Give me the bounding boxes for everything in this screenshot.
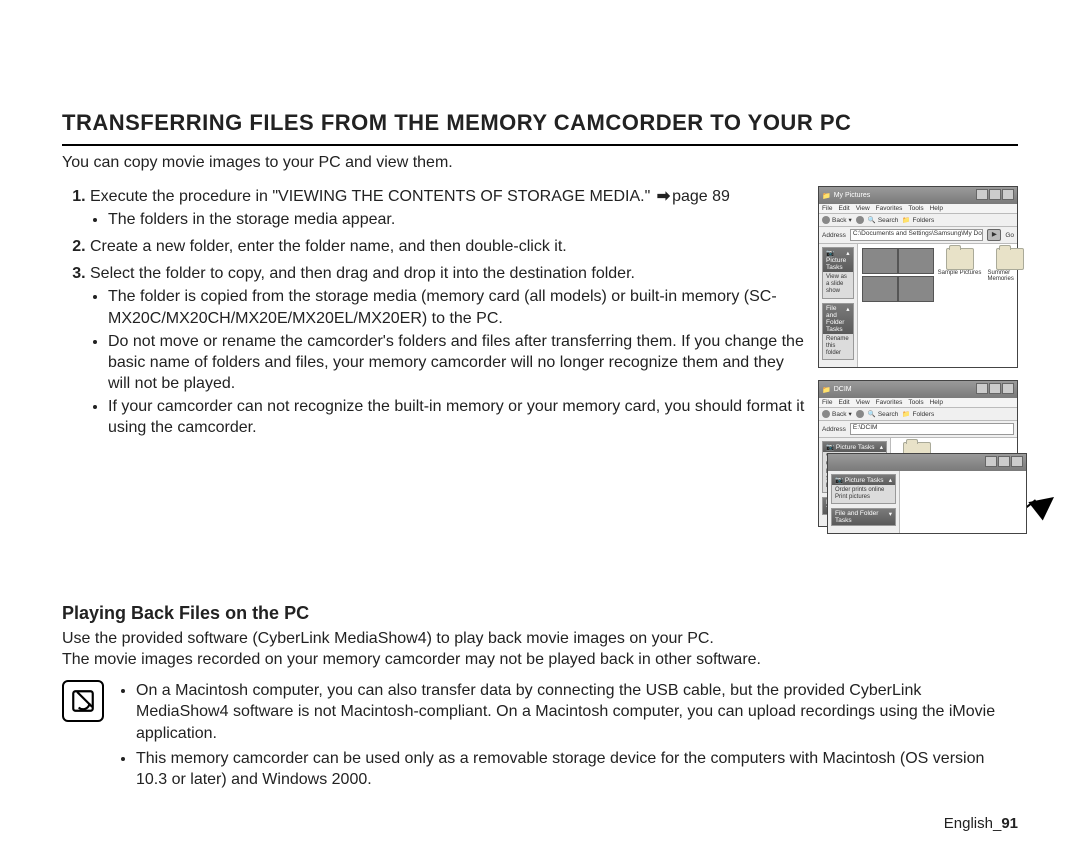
folder-summer-label: Summer Memories [988, 270, 1032, 282]
task-slideshow: View as a slide show [823, 272, 853, 298]
menu-edit: Edit [838, 205, 849, 212]
ff-tasks-hd: File and Folder Tasks [826, 305, 846, 333]
win2-addressbar: Address E:\DCIM [819, 421, 1017, 438]
intro-text: You can copy movie images to your PC and… [62, 154, 1018, 172]
back-label: Back [832, 411, 846, 418]
folders-label: Folders [913, 217, 935, 224]
step-3-sub-2: Do not move or rename the camcorder's fo… [108, 331, 806, 394]
step-2: Create a new folder, enter the folder na… [90, 236, 806, 257]
window-controls [975, 383, 1014, 396]
win1-title: My Pictures [834, 192, 871, 199]
win1-addressbar: Address C:\Documents and Settings\Samsun… [819, 227, 1017, 244]
address-value: C:\Documents and Settings\Samsung\My Doc… [850, 229, 983, 241]
menu-favorites: Favorites [876, 205, 903, 212]
back-label: Back [832, 217, 846, 224]
window-controls [984, 456, 1023, 469]
folder-icon: 📁 [822, 192, 831, 200]
note-1: On a Macintosh computer, you can also tr… [136, 680, 1018, 743]
menu-file: File [822, 205, 832, 212]
page-footer: English_91 [944, 815, 1018, 832]
folder-summer: Summer Memories [988, 248, 1032, 282]
folder-sample: Sample Pictures [938, 248, 982, 276]
fwd-icon [856, 216, 864, 224]
win1-menubar: File Edit View Favorites Tools Help [819, 204, 1017, 214]
address-label: Address [822, 232, 846, 239]
arrow-icon: ➡ [655, 186, 672, 207]
back-icon [822, 216, 830, 224]
menu-view: View [856, 399, 870, 406]
ff-rename: Rename this folder [823, 334, 853, 360]
win2-toolbar: Back ▾ 🔍Search 📁Folders [819, 408, 1017, 421]
menu-help: Help [930, 399, 943, 406]
step-1: Execute the procedure in "VIEWING THE CO… [90, 186, 806, 230]
picture-tasks-hd: Picture Tasks [826, 257, 846, 271]
step-3-sub-1: The folder is copied from the storage me… [108, 286, 806, 328]
go-button: ▶ [987, 229, 1001, 241]
picture-tasks-hd: Picture Tasks [845, 477, 884, 484]
folder-sample-label: Sample Pictures [938, 270, 982, 276]
window-controls [975, 189, 1014, 202]
search-label: Search [878, 217, 899, 224]
figure-window-dcim: 📁DCIM File Edit View Favorites Tools Hel… [818, 380, 1018, 527]
step-2-text: Create a new folder, enter the folder na… [90, 238, 567, 255]
page-title: TRANSFERRING FILES FROM THE MEMORY CAMCO… [62, 110, 1018, 146]
menu-file: File [822, 399, 832, 406]
folders-label: Folders [913, 411, 935, 418]
menu-help: Help [930, 205, 943, 212]
steps-column: Execute the procedure in "VIEWING THE CO… [62, 186, 806, 444]
step-3-text: Select the folder to copy, and then drag… [90, 265, 635, 282]
step-1-text-a: Execute the procedure in "VIEWING THE CO… [90, 188, 655, 205]
back-icon [822, 410, 830, 418]
folder-icon: 📁 [822, 386, 831, 394]
address-label: Address [822, 426, 846, 433]
note-list: On a Macintosh computer, you can also tr… [118, 680, 1018, 794]
win1-toolbar: Back ▾ 🔍Search 📁Folders [819, 214, 1017, 227]
win2-menubar: File Edit View Favorites Tools Help [819, 398, 1017, 408]
picture-tasks-hd: Picture Tasks [836, 444, 875, 451]
ff-tasks-hd: File and Folder Tasks [835, 510, 889, 524]
menu-view: View [856, 205, 870, 212]
menu-tools: Tools [908, 205, 923, 212]
step-3-sub-3: If your camcorder can not recognize the … [108, 396, 806, 438]
win2-title: DCIM [834, 386, 852, 393]
task-item: Print pictures [835, 494, 892, 501]
playback-title: Playing Back Files on the PC [62, 603, 1018, 624]
step-1-text-b: page 89 [672, 188, 730, 205]
step-1-sub-1: The folders in the storage media appear. [108, 209, 806, 230]
figures-column: 📁My Pictures File Edit View Favorites To… [818, 186, 1018, 567]
menu-tools: Tools [908, 399, 923, 406]
figure-window-mypictures: 📁My Pictures File Edit View Favorites To… [818, 186, 1018, 368]
go-label: Go [1005, 232, 1014, 239]
fwd-icon [856, 410, 864, 418]
search-label: Search [878, 411, 899, 418]
figure-window-overlap: 📷 Picture Tasks▴ Order prints online Pri… [827, 453, 1027, 534]
footer-page: 91 [1001, 815, 1018, 832]
address-value: E:\DCIM [850, 423, 1014, 435]
playback-p2: The movie images recorded on your memory… [62, 649, 1018, 670]
step-3: Select the folder to copy, and then drag… [90, 263, 806, 438]
footer-lang: English [944, 815, 993, 832]
menu-favorites: Favorites [876, 399, 903, 406]
note-icon [62, 680, 104, 722]
menu-edit: Edit [838, 399, 849, 406]
playback-p1: Use the provided software (CyberLink Med… [62, 628, 1018, 649]
note-2: This memory camcorder can be used only a… [136, 748, 1018, 790]
task-item: Order prints online [835, 487, 892, 494]
thumbnails [862, 248, 932, 302]
